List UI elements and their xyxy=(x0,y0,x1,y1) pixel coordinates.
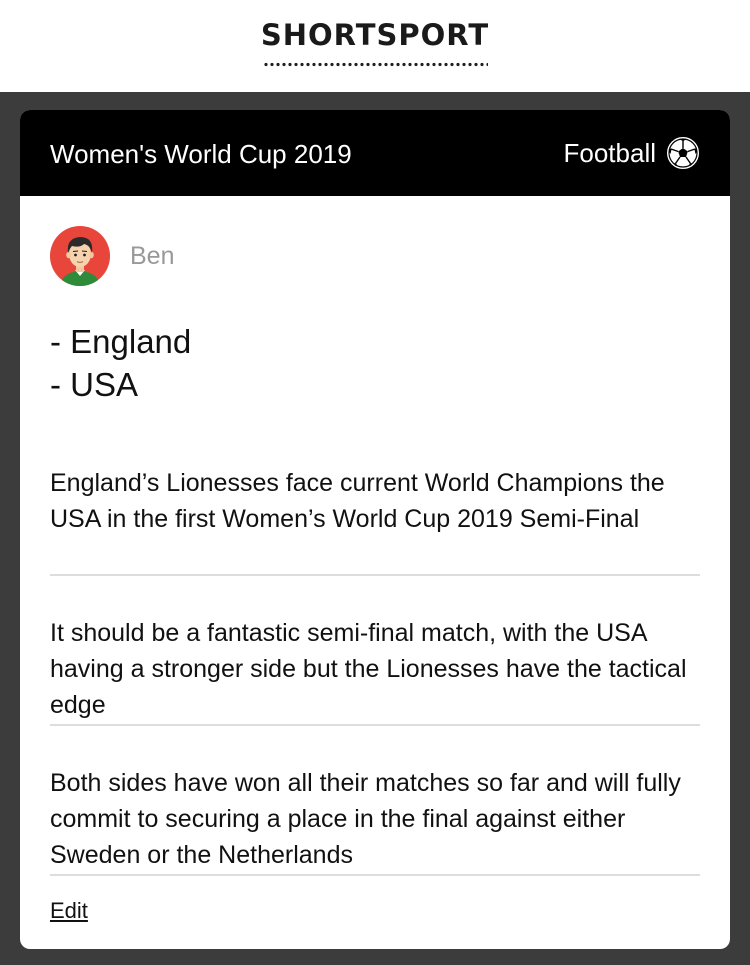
author-name[interactable]: Ben xyxy=(130,242,174,271)
edit-link[interactable]: Edit xyxy=(50,898,88,924)
page-background: Women's World Cup 2019 Football Ben - En… xyxy=(0,92,750,965)
author-row: Ben xyxy=(50,226,174,286)
avatar[interactable] xyxy=(50,226,110,286)
sport-label: Football xyxy=(563,138,657,168)
site-logo[interactable]: SHORTSPORT xyxy=(0,18,750,52)
site-header: SHORTSPORT xyxy=(0,0,750,92)
post-paragraph: It should be a fantastic semi-final matc… xyxy=(50,619,687,719)
team-item: - USA xyxy=(50,366,139,403)
logo-dotted-underline xyxy=(263,62,488,67)
divider xyxy=(50,874,700,876)
post-card: Women's World Cup 2019 Football Ben - En… xyxy=(20,110,730,949)
divider xyxy=(50,574,700,576)
sport-tag: Football xyxy=(564,136,701,170)
team-item: - England xyxy=(50,323,192,360)
card-header: Women's World Cup 2019 Football xyxy=(20,110,730,196)
teams-list: - England - USA xyxy=(50,320,191,406)
post-paragraph: England’s Lionesses face current World C… xyxy=(50,469,665,533)
post-paragraph: Both sides have won all their matches so… xyxy=(50,769,681,869)
logo-text-short: SHORT xyxy=(260,18,377,52)
card-title: Women's World Cup 2019 xyxy=(50,139,352,169)
divider xyxy=(50,724,700,726)
football-icon xyxy=(666,136,700,170)
logo-text-sport: SPORT xyxy=(376,18,490,52)
